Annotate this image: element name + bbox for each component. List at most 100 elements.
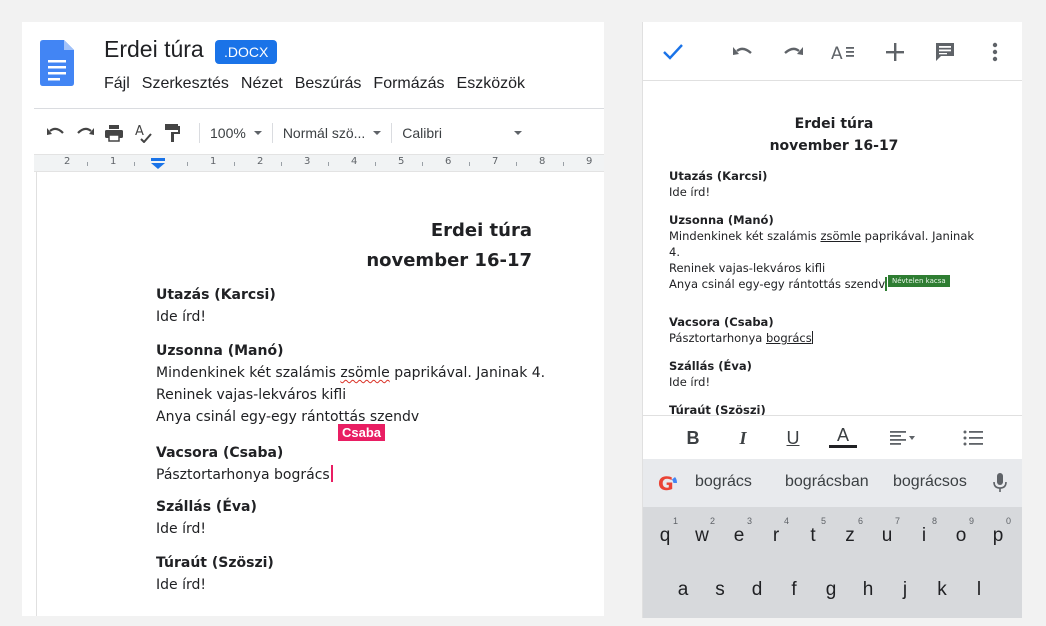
indent-marker-icon[interactable]: [151, 158, 165, 169]
redo-icon[interactable]: [73, 121, 97, 145]
suggestion-1[interactable]: bogrács: [695, 473, 752, 491]
google-g-icon[interactable]: G: [657, 472, 679, 494]
underline-button[interactable]: U: [779, 426, 807, 450]
section-title: Utazás (Karcsi): [669, 169, 768, 183]
misspelled-word[interactable]: zsömle: [820, 229, 861, 243]
suggestion-2[interactable]: bográcsban: [785, 473, 869, 491]
key-r[interactable]: r4: [762, 516, 790, 547]
ruler-number: 2: [64, 156, 71, 167]
text-run: Anya csinál egy-egy rántottás szendv: [669, 277, 886, 291]
font-select[interactable]: Calibri: [402, 125, 523, 141]
menu-insert[interactable]: Beszúrás: [295, 75, 362, 93]
menu-tools[interactable]: Eszközök: [457, 75, 525, 93]
bold-button[interactable]: B: [679, 426, 707, 450]
document-title[interactable]: Erdei túra: [104, 36, 204, 63]
undo-icon[interactable]: [44, 121, 68, 145]
collaborator-flag: Névtelen kacsa: [888, 275, 950, 287]
font-value: Calibri: [402, 125, 442, 141]
undo-icon[interactable]: [729, 38, 757, 66]
ruler-number: 1: [210, 156, 217, 167]
ruler[interactable]: 2 1 1 2 3 4 5 6 7 8 9: [34, 154, 604, 172]
key-i[interactable]: i8: [910, 516, 938, 547]
section-turaut: Túraút (Szöszi) Ide írd!: [156, 552, 274, 596]
ruler-number: 4: [351, 156, 358, 167]
menu-format[interactable]: Formázás: [373, 75, 444, 93]
microphone-icon[interactable]: [993, 473, 1007, 493]
style-select[interactable]: Normál szö...: [283, 125, 382, 141]
key-f[interactable]: f: [780, 579, 808, 601]
ruler-number: 6: [445, 156, 452, 167]
key-o[interactable]: o9: [947, 516, 975, 547]
section-title: Uzsonna (Manó): [669, 213, 774, 227]
key-u[interactable]: u7: [873, 516, 901, 547]
menu-edit[interactable]: Szerkesztés: [142, 75, 229, 93]
menu-divider: [34, 108, 604, 109]
insert-plus-icon[interactable]: [881, 38, 909, 66]
section-line: Ide írd!: [669, 185, 711, 199]
key-hint: 6: [857, 516, 863, 526]
caret-down-icon: [373, 131, 382, 135]
collaborator-cursor: [885, 277, 888, 291]
mobile-docs-editor: A Erdei túra november 16-17 Utazás (Karc…: [642, 22, 1022, 618]
italic-button[interactable]: I: [729, 426, 757, 450]
google-docs-icon[interactable]: [40, 40, 74, 86]
caret-down-icon: [514, 131, 523, 135]
desktop-docs-window: Erdei túra .DOCX Fájl Szerkesztés Nézet …: [22, 22, 604, 616]
ruler-number: 8: [539, 156, 546, 167]
format-bar: B I U A: [643, 415, 1022, 459]
print-icon[interactable]: [102, 121, 126, 145]
paint-format-icon[interactable]: [160, 121, 184, 145]
section-title: Szállás (Éva): [156, 499, 257, 515]
key-label: p: [992, 525, 1004, 546]
check-icon[interactable]: [659, 38, 687, 66]
key-s[interactable]: s: [706, 579, 734, 601]
bulleted-list-icon[interactable]: [959, 426, 987, 450]
toolbar-separator: [271, 123, 273, 143]
key-d[interactable]: d: [743, 579, 771, 601]
key-label: w: [695, 525, 709, 546]
zoom-select[interactable]: 100%: [210, 125, 262, 141]
key-hint: 7: [894, 516, 900, 526]
text-run: Pásztortarhonya: [669, 331, 766, 345]
section-uzsonna: Uzsonna (Manó) Mindenkinek két szalámis …: [156, 340, 545, 428]
selected-word[interactable]: bogrács: [766, 331, 812, 345]
key-z[interactable]: z6: [836, 516, 864, 547]
key-q[interactable]: q1: [651, 516, 679, 547]
key-hint: 1: [672, 516, 678, 526]
ruler-number: 2: [257, 156, 264, 167]
key-g[interactable]: g: [817, 579, 845, 601]
menu-view[interactable]: Nézet: [241, 75, 283, 93]
text-color-button[interactable]: A: [829, 425, 857, 448]
section-title: Túraút (Szöszi): [156, 555, 274, 571]
section-title: Vacsora (Csaba): [156, 445, 284, 461]
text-format-icon[interactable]: A: [829, 38, 857, 66]
key-label: u: [881, 525, 893, 546]
misspelled-word[interactable]: zsömle: [340, 365, 389, 381]
section-szallas: Szállás (Éva) Ide írd!: [669, 358, 752, 390]
section-line: Ide írd!: [156, 577, 206, 593]
comment-icon[interactable]: [931, 38, 959, 66]
collaborator-flag: Csaba: [338, 424, 386, 441]
key-hint: 5: [820, 516, 826, 526]
key-j[interactable]: j: [891, 579, 919, 601]
key-k[interactable]: k: [928, 579, 956, 601]
section-line: Pásztortarhonya bogrács: [669, 330, 813, 346]
key-e[interactable]: e3: [725, 516, 753, 547]
section-line: Mindenkinek két szalámis zsömle paprikáv…: [156, 362, 545, 384]
more-vert-icon[interactable]: [981, 38, 1009, 66]
text-run: Pásztortarhonya bogrács: [156, 467, 330, 483]
redo-icon[interactable]: [779, 38, 807, 66]
section-utazas: Utazás (Karcsi) Ide írd!: [156, 284, 276, 328]
mobile-toolbar-divider: [643, 80, 1022, 81]
menu-file[interactable]: Fájl: [104, 75, 130, 93]
key-p[interactable]: p0: [984, 516, 1012, 547]
align-icon[interactable]: [889, 426, 917, 450]
key-h[interactable]: h: [854, 579, 882, 601]
key-t[interactable]: t5: [799, 516, 827, 547]
suggestion-3[interactable]: bográcsos: [893, 473, 967, 491]
key-l[interactable]: l: [965, 579, 993, 601]
key-w[interactable]: w2: [688, 516, 716, 547]
spellcheck-icon[interactable]: A: [131, 121, 155, 145]
key-a[interactable]: a: [669, 579, 697, 601]
onscreen-keyboard: G bogrács bográcsban bográcsos q1 w2 e3 …: [643, 459, 1022, 618]
